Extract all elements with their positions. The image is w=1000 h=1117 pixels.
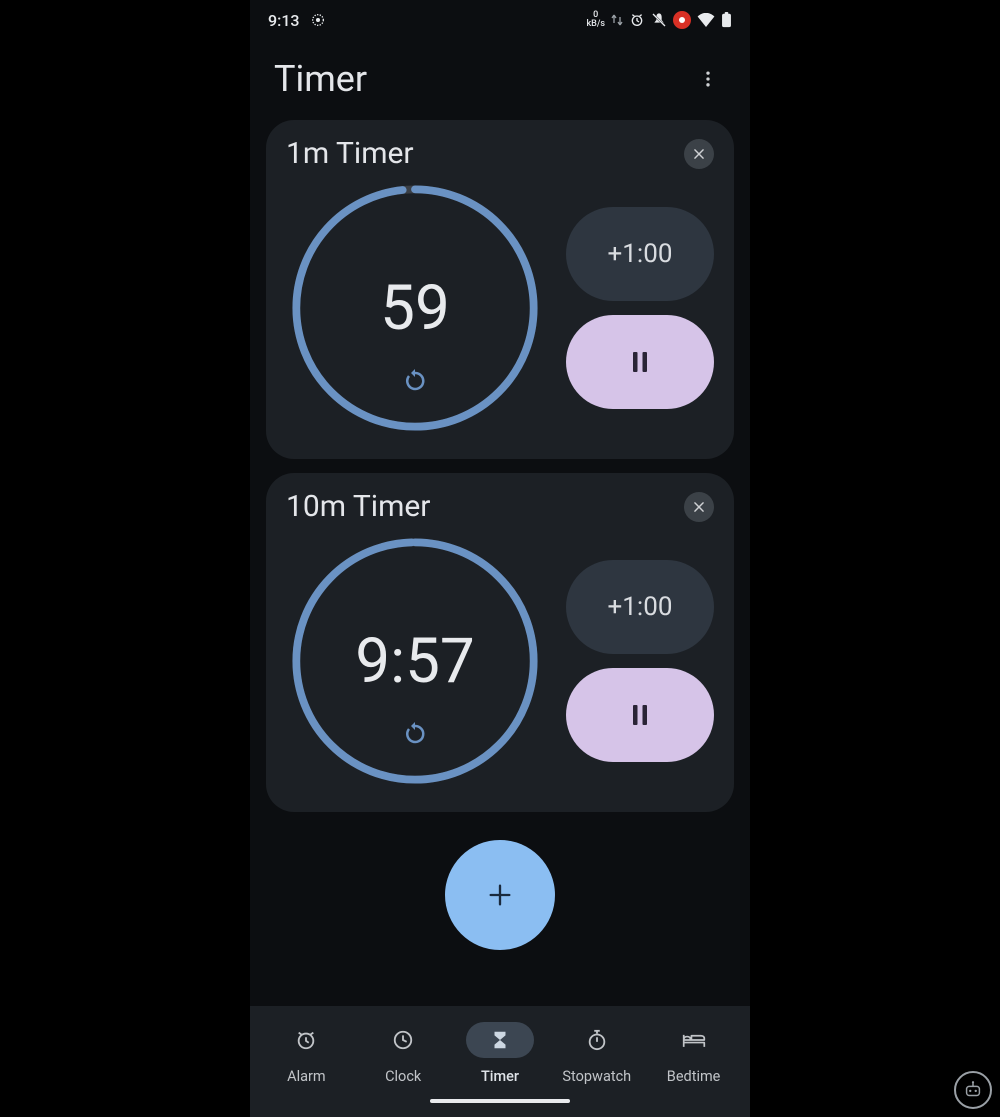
battery-icon [721, 12, 732, 28]
alarm-status-icon [629, 12, 645, 28]
status-left: 9:13 [268, 11, 326, 30]
app-header: Timer [250, 40, 750, 110]
pause-button[interactable] [566, 315, 714, 409]
bed-icon [682, 1030, 706, 1050]
alarm-icon [295, 1029, 317, 1051]
fab-container [250, 812, 750, 950]
nav-label: Alarm [287, 1068, 326, 1085]
delete-timer-button[interactable] [684, 492, 714, 522]
nav-stopwatch[interactable]: Stopwatch [548, 1022, 645, 1085]
add-timer-fab[interactable] [445, 840, 555, 950]
nav-timer[interactable]: Timer [452, 1022, 549, 1085]
nav-clock[interactable]: Clock [355, 1022, 452, 1085]
wifi-icon [697, 13, 715, 27]
add-minute-label: +1:00 [608, 239, 673, 269]
nav-label: Timer [481, 1068, 519, 1085]
close-icon [692, 500, 706, 514]
timer-card: 10m Timer 9:57 [266, 473, 734, 812]
stopwatch-icon [586, 1029, 608, 1051]
net-rate-unit: kB/s [586, 20, 605, 29]
add-minute-label: +1:00 [608, 592, 673, 622]
reset-icon [403, 369, 427, 393]
bottom-nav: Alarm Clock Timer [250, 1006, 750, 1117]
nav-label: Bedtime [667, 1068, 721, 1085]
watermark-badge [954, 1071, 992, 1109]
timer-dial: 59 [286, 179, 544, 437]
nav-label: Stopwatch [562, 1068, 631, 1085]
pause-icon [631, 703, 649, 727]
more-vert-icon [698, 69, 718, 89]
delete-timer-button[interactable] [684, 139, 714, 169]
add-minute-button[interactable]: +1:00 [566, 560, 714, 654]
mute-icon [651, 12, 667, 28]
gesture-bar[interactable] [430, 1099, 570, 1103]
hourglass-icon [489, 1029, 511, 1051]
plus-icon [486, 881, 514, 909]
close-icon [692, 147, 706, 161]
card-header: 1m Timer [286, 136, 714, 171]
timer-title: 1m Timer [286, 136, 414, 171]
reset-button[interactable] [401, 367, 429, 395]
timer-title: 10m Timer [286, 489, 430, 524]
camera-dot-icon [310, 12, 326, 28]
recording-indicator-icon [673, 11, 691, 29]
network-rate: 0 kB/s [586, 11, 605, 29]
card-header: 10m Timer [286, 489, 714, 524]
timer-dial: 9:57 [286, 532, 544, 790]
pause-button[interactable] [566, 668, 714, 762]
nav-label: Clock [385, 1068, 421, 1085]
arrows-icon [611, 13, 623, 27]
nav-alarm[interactable]: Alarm [258, 1022, 355, 1085]
add-minute-button[interactable]: +1:00 [566, 207, 714, 301]
timer-list: 1m Timer 59 [250, 110, 750, 812]
status-bar: 9:13 0 kB/s [250, 0, 750, 40]
phone-frame: 9:13 0 kB/s [250, 0, 750, 1117]
reset-button[interactable] [401, 720, 429, 748]
reset-icon [403, 722, 427, 746]
timer-card: 1m Timer 59 [266, 120, 734, 459]
more-options-button[interactable] [690, 61, 726, 97]
nav-bedtime[interactable]: Bedtime [645, 1022, 742, 1085]
page-title: Timer [274, 58, 367, 100]
status-time: 9:13 [268, 11, 300, 30]
robot-icon [962, 1079, 984, 1101]
pause-icon [631, 350, 649, 374]
clock-icon [392, 1029, 414, 1051]
status-right: 0 kB/s [586, 11, 732, 29]
